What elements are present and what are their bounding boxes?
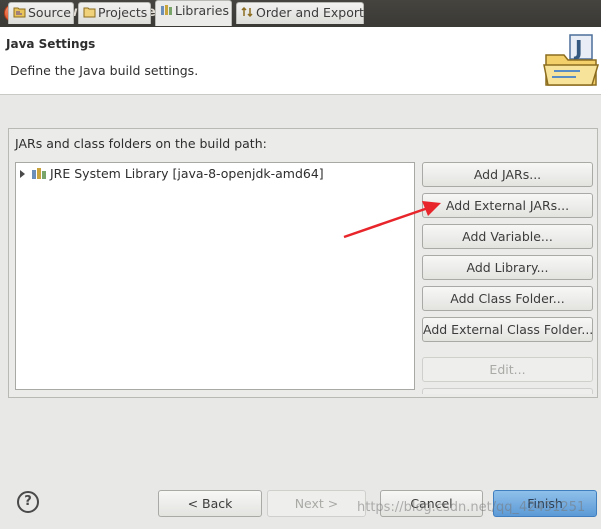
build-path-label: JARs and class folders on the build path… — [15, 136, 267, 151]
edit-button[interactable]: Edit... — [422, 357, 593, 382]
tab-libraries[interactable]: Libraries — [155, 0, 232, 26]
next-button[interactable]: Next > — [267, 490, 366, 517]
page-title: Java Settings — [6, 37, 96, 51]
projects-icon — [83, 7, 96, 18]
add-external-jars-button[interactable]: Add External JARs... — [422, 193, 593, 218]
add-library-button[interactable]: Add Library... — [422, 255, 593, 280]
add-external-class-folder-button[interactable]: Add External Class Folder... — [422, 317, 593, 342]
libraries-icon — [161, 5, 172, 15]
jre-library-icon — [32, 168, 46, 179]
order-export-icon — [241, 6, 253, 18]
back-button[interactable]: < Back — [158, 490, 262, 517]
tree-item-label: JRE System Library [java-8-openjdk-amd64… — [50, 166, 324, 181]
add-variable-button[interactable]: Add Variable... — [422, 224, 593, 249]
add-class-folder-button[interactable]: Add Class Folder... — [422, 286, 593, 311]
add-jars-button[interactable]: Add JARs... — [422, 162, 593, 187]
page-description: Define the Java build settings. — [10, 63, 199, 78]
tab-projects[interactable]: Projects — [78, 2, 151, 24]
tab-source-label: Source — [28, 5, 71, 20]
build-path-tree[interactable]: JRE System Library [java-8-openjdk-amd64… — [15, 162, 415, 390]
tab-order-export-label: Order and Export — [256, 5, 364, 20]
tab-source[interactable]: Source — [8, 2, 74, 24]
tab-libraries-label: Libraries — [175, 3, 229, 18]
svg-text:J: J — [573, 36, 582, 60]
help-button[interactable]: ? — [17, 491, 39, 513]
tree-item-jre-system-library[interactable]: JRE System Library [java-8-openjdk-amd64… — [18, 165, 324, 183]
expand-arrow-icon[interactable] — [20, 170, 25, 178]
source-folder-icon — [13, 7, 26, 18]
remove-button-partial — [422, 388, 593, 394]
watermark: https://blog.csdn.net/qq_42451251 — [357, 500, 586, 515]
tab-order-and-export[interactable]: Order and Export — [236, 2, 364, 24]
java-project-wizard-icon: J — [543, 34, 600, 86]
tab-projects-label: Projects — [98, 5, 148, 20]
wizard-header: Java Settings Define the Java build sett… — [0, 27, 601, 95]
